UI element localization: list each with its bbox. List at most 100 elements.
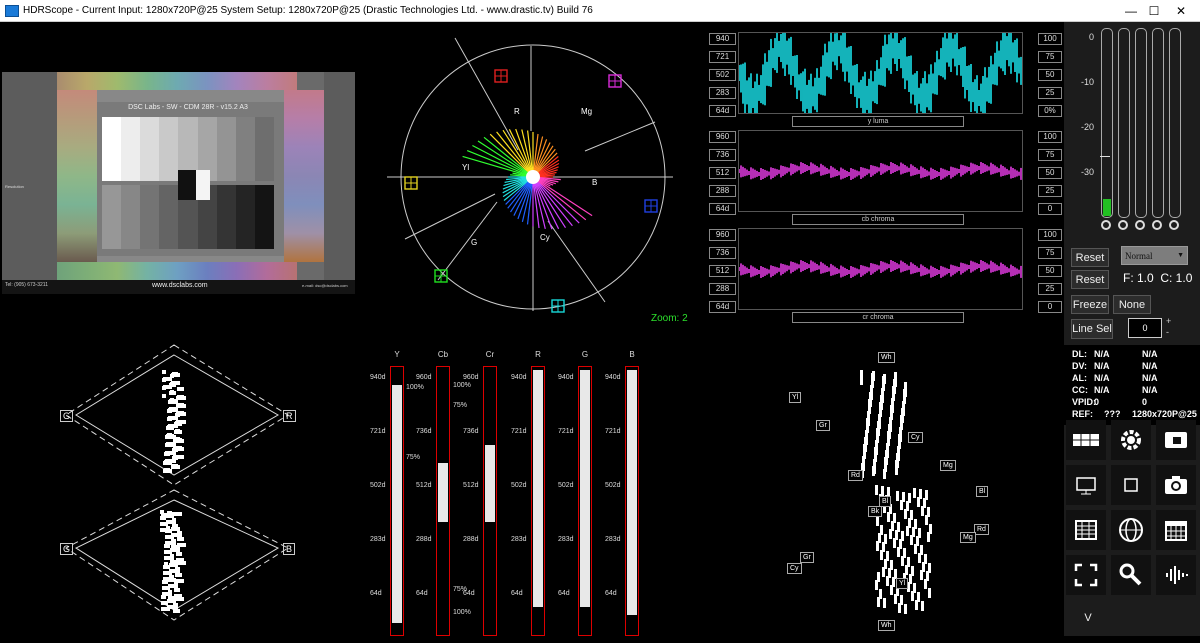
bar-pct: 100% <box>453 382 471 389</box>
gamut-trace-dot <box>913 583 916 593</box>
gamut-trace-dot <box>896 491 899 501</box>
bar-tick: 64d <box>370 590 382 597</box>
scope-area: DSC Labs - SW - CDM 28R - v15.2 A3 www.d… <box>0 22 1200 636</box>
status-key: AL: <box>1072 373 1087 383</box>
audio-channel-select[interactable] <box>1118 220 1128 230</box>
bar-header: Y <box>394 350 400 359</box>
gamut-marker: Cy <box>908 432 923 443</box>
chart-email: e-mail: dsc@dsclabs.com <box>302 283 348 288</box>
grid-tile[interactable] <box>1066 420 1106 460</box>
bar-header: G <box>581 350 589 359</box>
gamut-marker: Bk <box>868 506 883 517</box>
bar-tick: 502d <box>605 482 621 489</box>
vector-label-g: G <box>471 238 478 247</box>
calendar-tile[interactable] <box>1156 510 1196 550</box>
control-panel: 0 -10 -20 -30 Reset Normal ▼ Reset F: 1.0 C… <box>1064 22 1200 636</box>
test-chart-panel: DSC Labs - SW - CDM 28R - v15.2 A3 www.d… <box>2 72 355 294</box>
bar-tick: 940d <box>558 374 574 381</box>
square-tile[interactable] <box>1111 465 1151 505</box>
grey-step <box>159 117 179 181</box>
vectorscope <box>387 37 673 313</box>
audio-channel-track <box>1152 28 1164 218</box>
line-up-icon[interactable]: + <box>1166 316 1171 326</box>
fullscreen-tile[interactable] <box>1066 555 1106 595</box>
zoom-readout: Zoom: 2 <box>651 313 688 324</box>
diamond-trace <box>162 592 172 596</box>
audio-channel-select[interactable] <box>1101 220 1111 230</box>
reset-button-1[interactable]: Reset <box>1071 248 1109 267</box>
white-patch <box>196 170 210 200</box>
gamut-trace-dot <box>910 510 913 520</box>
waveform-left-tick: 512 <box>709 167 736 179</box>
waveform-left-tick: 64d <box>709 301 736 313</box>
monitor-tile[interactable] <box>1066 465 1106 505</box>
status-value-b: N/A <box>1142 373 1158 383</box>
diamond-trace <box>168 596 174 600</box>
gamut-trace-dot <box>894 377 897 387</box>
search-tile[interactable] <box>1111 555 1151 595</box>
table-tile[interactable] <box>1066 510 1106 550</box>
view-toggle-button[interactable]: V <box>1069 603 1107 633</box>
diamond-trace <box>177 395 184 399</box>
chevron-down-icon: ▼ <box>1177 251 1184 259</box>
waveform-trace <box>739 260 1022 278</box>
mode-select[interactable]: Normal ▼ <box>1121 246 1188 265</box>
gamut-marker: Bl <box>976 486 989 497</box>
line-select-button[interactable]: Line Sel <box>1071 319 1113 339</box>
bar-header: Cr <box>485 350 495 359</box>
vector-label-yl: Yl <box>462 163 470 172</box>
waveform-right-tick: 75 <box>1038 149 1062 161</box>
gamut-marker: Wh <box>878 620 895 631</box>
bar-tick: 502d <box>558 482 574 489</box>
audio-channel-select[interactable] <box>1152 220 1162 230</box>
audio-meters: 0 -10 -20 -30 <box>1068 26 1198 236</box>
freeze-button[interactable]: Freeze <box>1071 295 1109 314</box>
vector-target <box>644 199 658 213</box>
color-strip-left <box>57 90 97 262</box>
right-resolution-panel <box>324 72 355 280</box>
gamut-trace-dot <box>877 572 880 582</box>
color-strip-bottom <box>57 262 297 280</box>
line-select-input[interactable]: 0 <box>1128 318 1162 338</box>
reset-button-2[interactable]: Reset <box>1071 270 1109 289</box>
gamut-trace-dot <box>886 551 889 561</box>
status-value-b: N/A <box>1142 349 1158 359</box>
gear-icon <box>1121 430 1141 450</box>
line-down-icon[interactable]: - <box>1166 327 1169 337</box>
gamut-panel: Wh Yl Gr Cy Mg Rd Bl Bk Bl Rd Mg Gr Cy Yl Wh <box>780 350 1000 638</box>
grey-step <box>102 185 122 249</box>
audio-channel-track <box>1101 28 1113 218</box>
waveform-left-tick: 512 <box>709 265 736 277</box>
diamond-label-b: B <box>283 543 296 555</box>
vector-target <box>434 269 448 283</box>
gamut-marker: Mg <box>960 532 976 543</box>
chart-phone: Tel: (905) 673-3211 <box>5 282 48 288</box>
waveform-right-tick: 25 <box>1038 87 1062 99</box>
bar-tick: 283d <box>370 536 386 543</box>
gamut-trace-dot <box>921 601 924 611</box>
audio-channel-select[interactable] <box>1135 220 1145 230</box>
gamut-trace-dot <box>901 531 904 541</box>
app-icon <box>5 4 19 17</box>
status-value-a: N/A <box>1094 373 1110 383</box>
square-icon <box>1124 478 1138 492</box>
camera-tile[interactable] <box>1156 465 1196 505</box>
gamut-trace-dot <box>904 604 907 614</box>
grey-step <box>254 117 274 181</box>
none-button[interactable]: None <box>1113 295 1151 314</box>
audio-channel-select[interactable] <box>1169 220 1179 230</box>
gear-tile[interactable] <box>1111 420 1151 460</box>
chart-resolution-label: Resolution <box>5 184 24 189</box>
diamond-trace <box>163 571 172 575</box>
globe-tile[interactable] <box>1111 510 1151 550</box>
gamut-trace-dot <box>929 524 932 534</box>
grey-step <box>254 185 274 249</box>
gamut-trace-dot <box>902 406 905 416</box>
waveform-right-tick: 0% <box>1038 105 1062 117</box>
vector-label-mg: Mg <box>581 107 593 116</box>
audio-wave-tile[interactable] <box>1156 555 1196 595</box>
diamond-trace <box>160 528 170 532</box>
video-cast-tile[interactable] <box>1156 420 1196 460</box>
gamut-trace-dot <box>928 588 931 598</box>
close-button[interactable]: ✕ <box>1158 0 1200 21</box>
